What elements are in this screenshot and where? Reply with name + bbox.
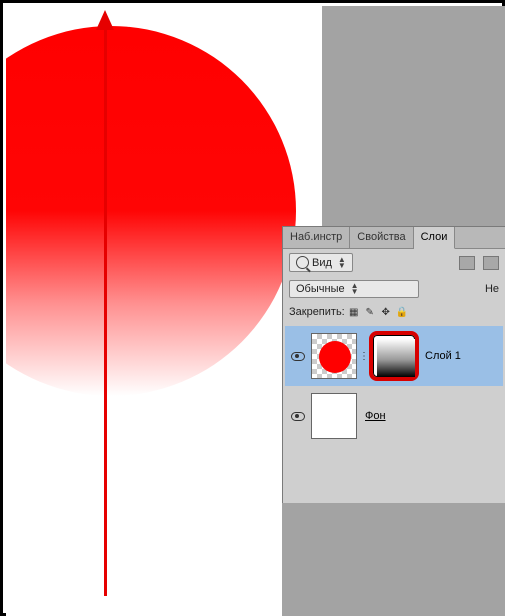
app-background-bottom <box>282 503 505 616</box>
link-icon[interactable]: ⋮ <box>359 351 369 362</box>
filter-kind-label: Вид <box>312 257 332 269</box>
layer-name[interactable]: Слой 1 <box>425 350 461 362</box>
opacity-label-cut: Не <box>485 283 499 295</box>
chevron-updown-icon: ▲▼ <box>351 283 359 295</box>
layers-list: ⋮ Слой 1 Фон <box>283 322 505 450</box>
filter-adjustment-icon[interactable] <box>483 256 499 270</box>
tab-properties[interactable]: Свойства <box>350 227 413 248</box>
eye-icon[interactable] <box>291 352 305 361</box>
layer-thumbnail[interactable] <box>311 393 357 439</box>
blend-mode-value: Обычные <box>296 283 345 295</box>
layer-row-bg[interactable]: Фон <box>285 386 503 446</box>
blend-row: Обычные ▲▼ Не <box>283 276 505 302</box>
search-icon <box>296 256 309 269</box>
lock-position-icon[interactable]: ✥ <box>379 305 393 319</box>
gradient-direction-arrow <box>104 21 107 596</box>
lock-pixels-icon[interactable]: ✎ <box>363 305 377 319</box>
layer-row-1[interactable]: ⋮ Слой 1 <box>285 326 503 386</box>
chevron-updown-icon: ▲▼ <box>338 257 346 269</box>
red-circle-artwork <box>6 26 296 396</box>
tab-tool-presets[interactable]: Наб.инстр <box>283 227 350 248</box>
panel-tabs: Наб.инстр Свойства Слои <box>283 227 505 249</box>
lock-label: Закрепить: <box>289 306 345 318</box>
lock-row: Закрепить: ▦ ✎ ✥ 🔒 <box>283 302 505 322</box>
filter-pixel-icon[interactable] <box>459 256 475 270</box>
layer-filter-row: Вид ▲▼ <box>283 249 505 276</box>
lock-all-icon[interactable]: 🔒 <box>395 305 409 319</box>
layer-name[interactable]: Фон <box>365 410 386 422</box>
layer-thumbnail[interactable] <box>311 333 357 379</box>
arrow-head-icon <box>96 10 114 30</box>
layer-mask-thumbnail[interactable] <box>369 331 419 381</box>
red-circle-thumb <box>319 341 351 373</box>
document-canvas[interactable] <box>6 6 322 616</box>
layers-panel: Наб.инстр Свойства Слои Вид ▲▼ Обычные ▲… <box>282 226 505 503</box>
app-background-top <box>322 6 505 226</box>
lock-transparency-icon[interactable]: ▦ <box>347 305 361 319</box>
eye-icon[interactable] <box>291 412 305 421</box>
gradient-mask-preview <box>377 339 415 377</box>
filter-kind-dropdown[interactable]: Вид ▲▼ <box>289 253 353 272</box>
tab-layers[interactable]: Слои <box>414 227 456 249</box>
blend-mode-dropdown[interactable]: Обычные ▲▼ <box>289 280 419 298</box>
